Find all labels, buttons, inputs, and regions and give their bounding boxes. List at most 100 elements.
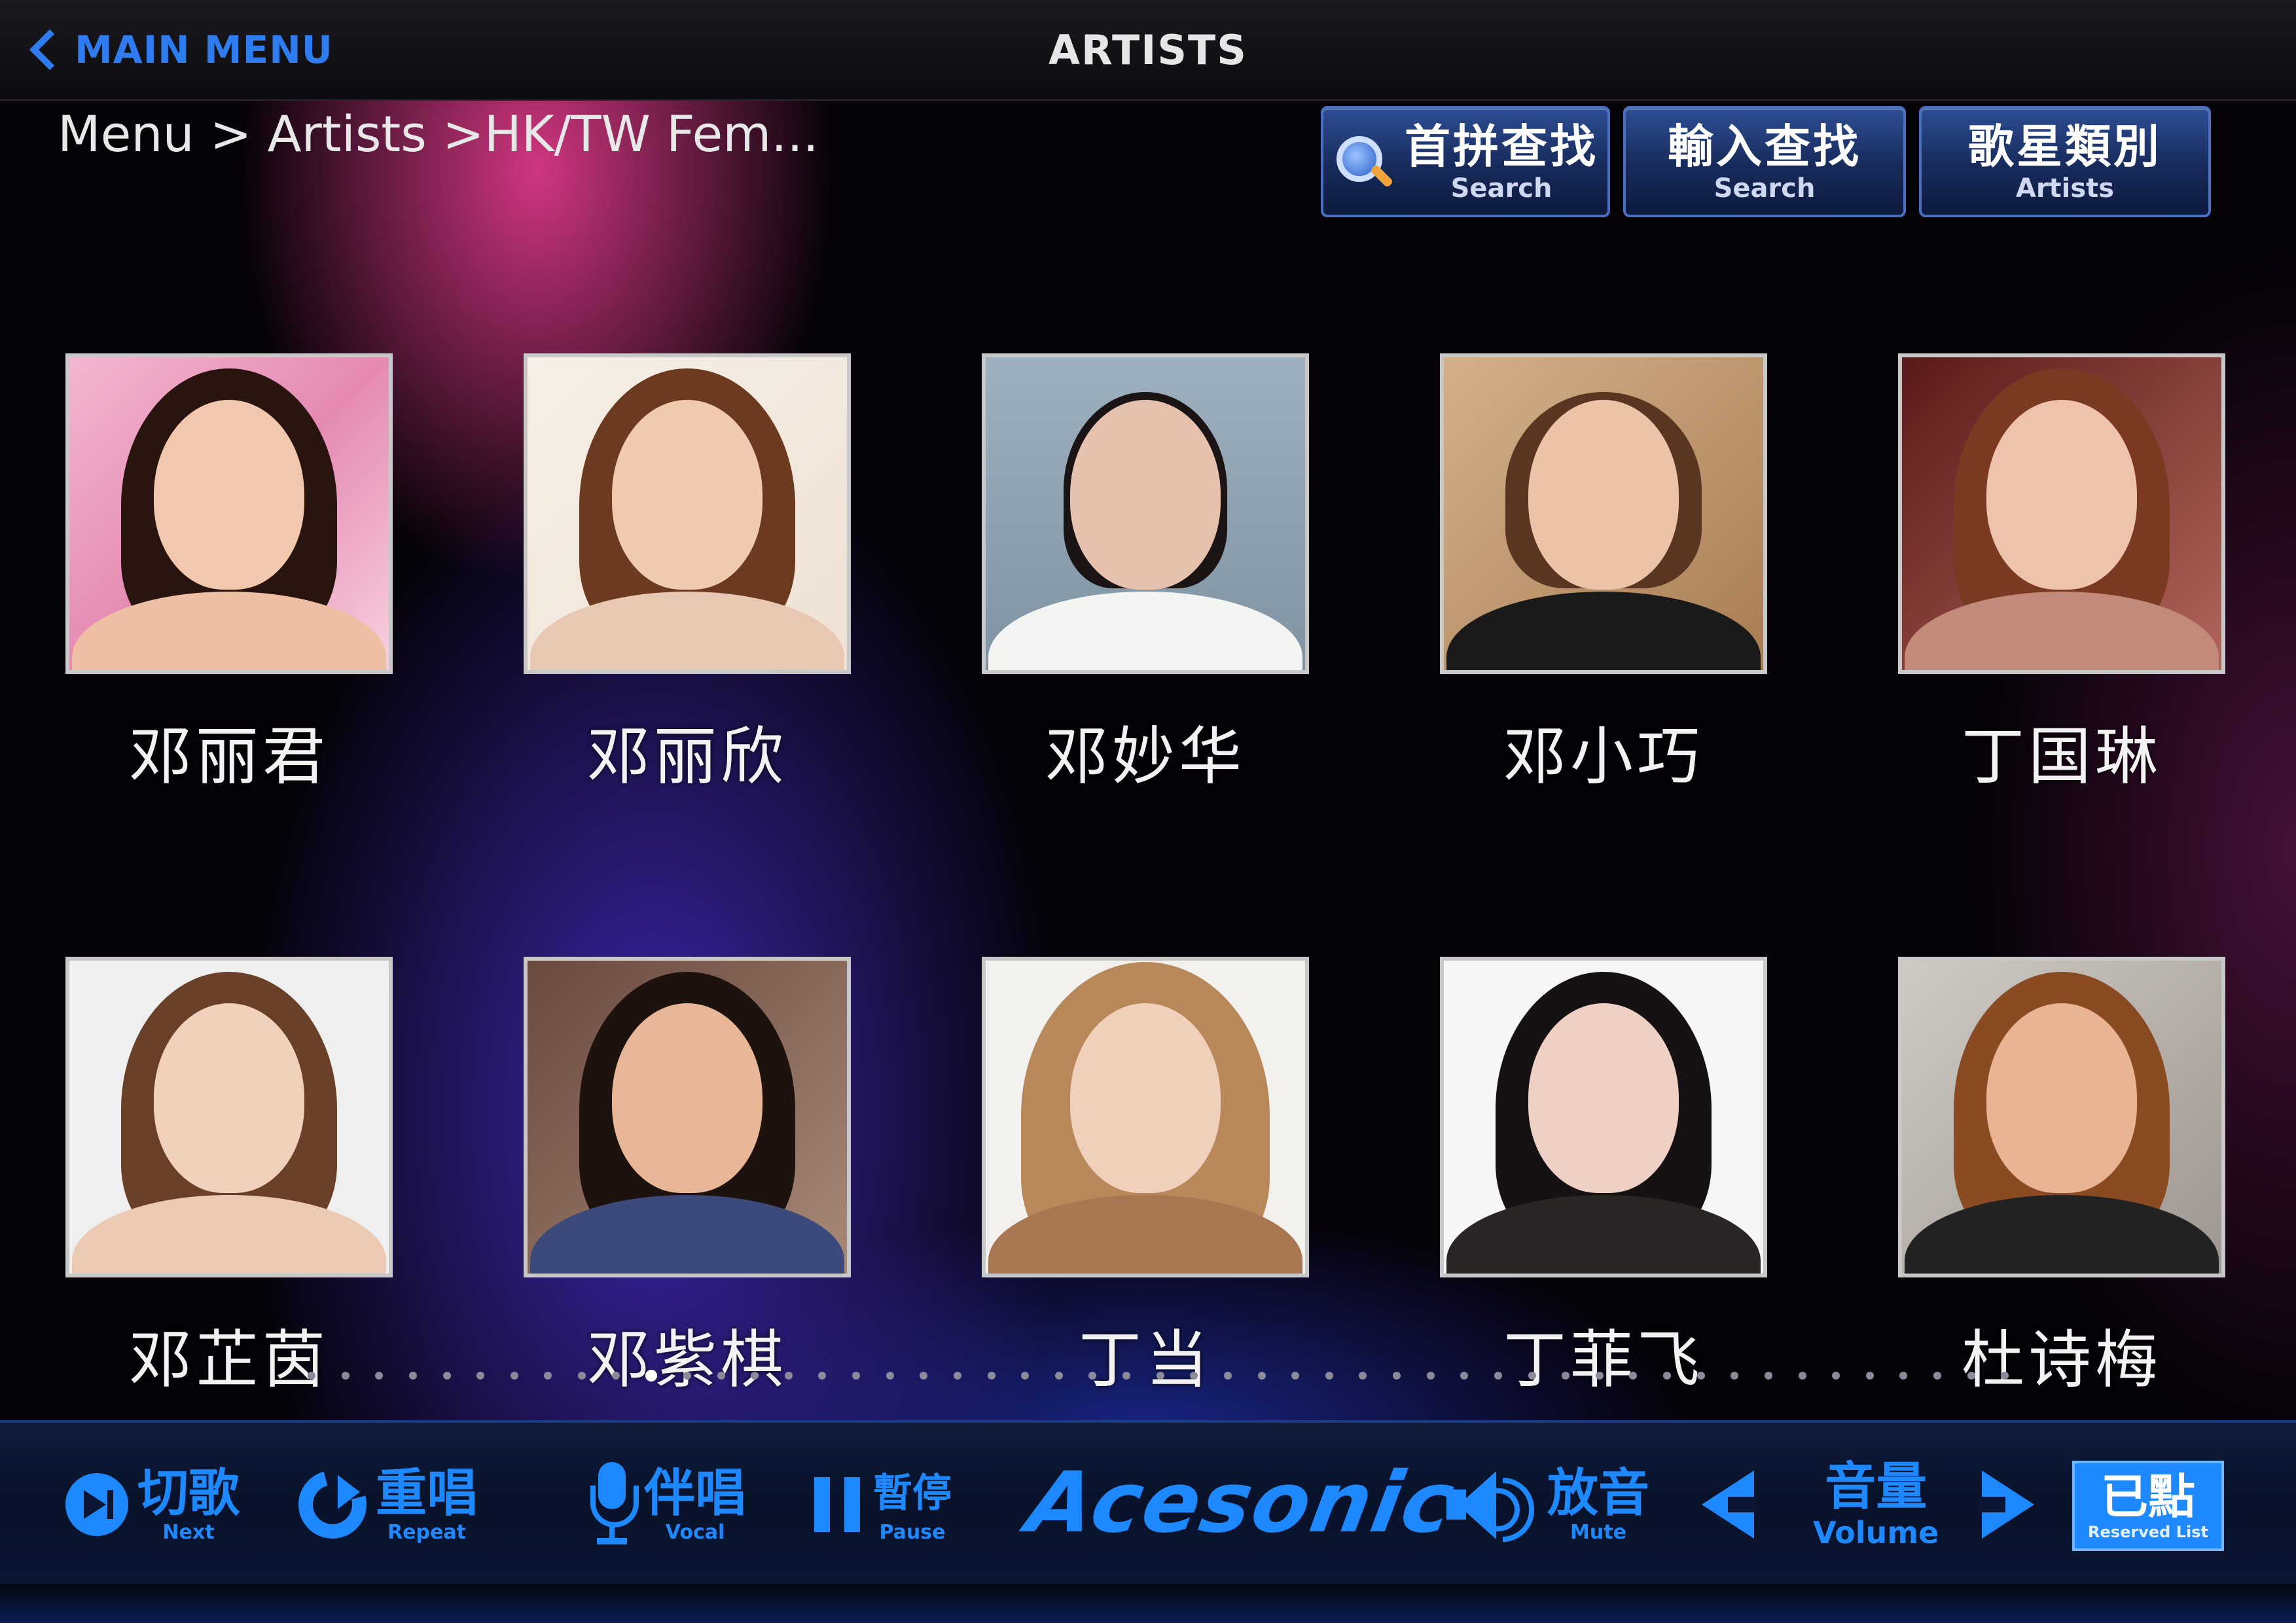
next-song-button[interactable]: 切歌 Next	[65, 1423, 240, 1586]
page-dot[interactable]	[953, 1372, 961, 1380]
page-dot[interactable]	[717, 1372, 725, 1380]
artist-card[interactable]: 杜诗梅	[1898, 957, 2225, 1400]
artist-photo	[1440, 957, 1767, 1277]
control-label-zh: 已點	[2100, 1469, 2195, 1524]
page-dot[interactable]	[1223, 1372, 1232, 1380]
page-dot[interactable]	[1325, 1372, 1333, 1380]
microphone-icon	[589, 1462, 639, 1547]
artist-card[interactable]: 丁菲飞	[1440, 957, 1767, 1400]
page-dot[interactable]	[1460, 1372, 1469, 1380]
pause-button[interactable]: 暫停 Pause	[812, 1423, 952, 1586]
volume-down-icon	[1702, 1471, 1757, 1539]
page-dot[interactable]	[1731, 1372, 1739, 1380]
control-label-zh: 重唱	[376, 1464, 478, 1523]
page-dot[interactable]	[1562, 1372, 1570, 1380]
page-dot[interactable]	[1088, 1372, 1097, 1380]
artist-name: 丁当	[1079, 1323, 1212, 1397]
page-dot[interactable]	[1899, 1372, 1908, 1380]
page-dot[interactable]	[1865, 1372, 1874, 1380]
control-label-zh: 放音	[1547, 1464, 1650, 1523]
page-dot[interactable]	[1021, 1372, 1030, 1380]
page-dot[interactable]	[1832, 1372, 1840, 1380]
page-dot[interactable]	[408, 1372, 417, 1380]
artist-card[interactable]: 邓妙华	[982, 353, 1309, 796]
page-dot[interactable]	[1257, 1372, 1266, 1380]
page-dot[interactable]	[1426, 1372, 1435, 1380]
page-dot[interactable]	[852, 1372, 860, 1380]
acesonic-logo: Acesonic	[1020, 1454, 1462, 1552]
artist-name: 丁国琳	[1962, 720, 2162, 793]
page-dot[interactable]	[751, 1372, 759, 1380]
artist-photo	[65, 957, 393, 1277]
page-dot[interactable]	[1190, 1372, 1198, 1380]
artist-card[interactable]: 邓丽君	[65, 353, 393, 796]
artist-card[interactable]: 邓紫棋	[524, 957, 851, 1400]
page-dot[interactable]	[442, 1372, 451, 1380]
page-dot[interactable]	[1933, 1372, 1941, 1380]
page-dot[interactable]	[886, 1372, 894, 1380]
volume-up-button[interactable]	[1979, 1423, 2034, 1586]
page-dot[interactable]	[1291, 1372, 1300, 1380]
artist-card[interactable]: 邓小巧	[1440, 353, 1767, 796]
page-dot[interactable]	[510, 1372, 518, 1380]
artist-card[interactable]: 邓芷茵	[65, 957, 393, 1400]
artist-name: 邓丽欣	[587, 720, 787, 793]
vocal-button[interactable]: 伴唱 Vocal	[589, 1423, 746, 1586]
control-label-zh: 音量	[1825, 1457, 1928, 1516]
page-dot[interactable]	[1156, 1372, 1164, 1380]
page-dot[interactable]	[683, 1372, 691, 1380]
page-dot[interactable]	[578, 1372, 586, 1380]
page-dot[interactable]	[1696, 1372, 1705, 1380]
page-dot[interactable]	[784, 1372, 793, 1380]
page-dot[interactable]	[308, 1372, 315, 1380]
control-label-en: Mute	[1570, 1521, 1626, 1544]
page-dot[interactable]	[1393, 1372, 1401, 1380]
artist-photo	[524, 957, 851, 1277]
control-label-zh: 切歌	[137, 1464, 240, 1523]
page-dot[interactable]	[341, 1372, 350, 1380]
page-dot[interactable]	[1122, 1372, 1130, 1380]
page-dot[interactable]	[1764, 1372, 1772, 1380]
skip-next-icon	[65, 1473, 128, 1536]
page-dot[interactable]	[1359, 1372, 1367, 1380]
volume-down-button[interactable]	[1702, 1423, 1757, 1586]
page-dot[interactable]	[987, 1372, 996, 1380]
artist-photo	[982, 957, 1309, 1277]
page-dot[interactable]	[1494, 1372, 1502, 1380]
repeat-icon	[285, 1457, 380, 1552]
page-dot[interactable]	[1798, 1372, 1806, 1380]
artist-name: 杜诗梅	[1962, 1323, 2162, 1397]
control-label-en: Vocal	[665, 1521, 725, 1544]
artist-photo	[65, 353, 393, 674]
control-label-en: Volume	[1813, 1515, 1939, 1550]
page-dot[interactable]	[611, 1372, 620, 1380]
control-label-zh: 暫停	[873, 1471, 952, 1516]
page-dot[interactable]	[1595, 1372, 1604, 1380]
bottom-strip	[0, 1584, 2296, 1623]
artist-name: 邓芷茵	[129, 1323, 329, 1397]
mute-button[interactable]: 放音 Mute	[1446, 1423, 1649, 1586]
control-label-zh: 伴唱	[644, 1464, 747, 1523]
page-dot[interactable]	[1629, 1372, 1638, 1380]
page-dot[interactable]	[2001, 1372, 2009, 1380]
page-dot[interactable]	[544, 1372, 552, 1380]
artist-card[interactable]: 邓丽欣	[524, 353, 851, 796]
page-dot[interactable]	[1967, 1372, 1975, 1380]
page-dot-active[interactable]	[645, 1370, 658, 1382]
page-indicator[interactable]	[308, 1370, 2009, 1385]
artist-name: 邓紫棋	[587, 1323, 787, 1397]
page-dot[interactable]	[1528, 1372, 1536, 1380]
page-dot[interactable]	[1663, 1372, 1671, 1380]
repeat-button[interactable]: 重唱 Repeat	[285, 1423, 478, 1586]
page-dot[interactable]	[920, 1372, 928, 1380]
page-dot[interactable]	[476, 1372, 485, 1380]
artist-card[interactable]: 丁国琳	[1898, 353, 2225, 796]
control-label-en: Repeat	[387, 1521, 466, 1544]
page-dot[interactable]	[818, 1372, 827, 1380]
page-dot[interactable]	[375, 1372, 384, 1380]
artist-name: 丁菲飞	[1503, 1323, 1704, 1397]
artist-card[interactable]: 丁当	[982, 957, 1309, 1400]
bottom-control-bar: 切歌 Next 重唱 Repeat 伴唱 Vocal 暫停 Pause Aces…	[0, 1420, 2296, 1586]
page-dot[interactable]	[1054, 1372, 1063, 1380]
reserved-list-button[interactable]: 已點 Reserved List	[2072, 1461, 2224, 1551]
